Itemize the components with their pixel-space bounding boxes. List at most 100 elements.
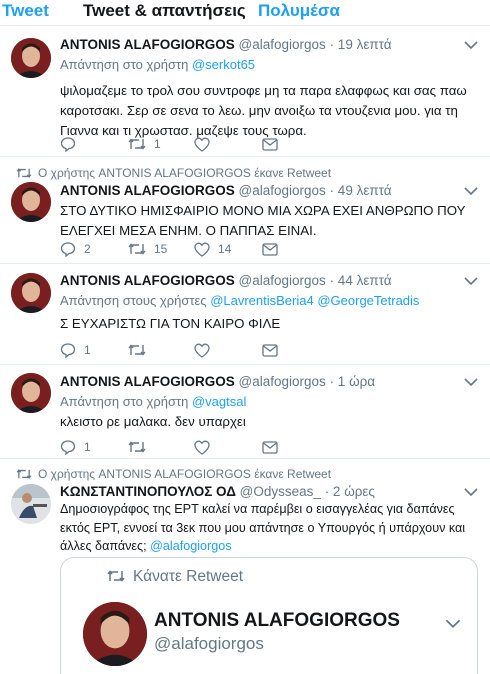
- retweet-count: 1: [154, 137, 161, 151]
- message-button[interactable]: [262, 438, 278, 456]
- author-name[interactable]: ANTONIS ALAFOGIORGOS: [60, 374, 235, 389]
- tweet-text: κλειστο ρε μαλακα. δεν υπαρχει: [60, 414, 246, 429]
- author-handle[interactable]: @alafogiorgos: [239, 183, 326, 198]
- retweet-button[interactable]: [128, 438, 154, 456]
- chevron-down-icon[interactable]: [464, 377, 478, 387]
- retweet-icon: [128, 138, 146, 150]
- retweet-note-text[interactable]: Ο χρήστης ANTONIS ALAFOGIORGOS έκανε Ret…: [38, 467, 331, 481]
- reply-context: Απάντηση στο χρήστη @serkot65: [60, 57, 256, 72]
- message-button[interactable]: [262, 135, 278, 153]
- quoted-tweet-card[interactable]: Κάνατε Retweet ANTONIS ALAFOGIORGOS @ala…: [60, 557, 478, 674]
- reply-context: Απάντηση στο χρήστη @vagtsal: [60, 394, 247, 409]
- reply-icon: [60, 242, 76, 257]
- text-mention[interactable]: @alafogiorgos: [150, 539, 231, 553]
- reply-icon: [60, 343, 76, 358]
- like-button[interactable]: [194, 341, 218, 359]
- tweet-header: ANTONIS ALAFOGIORGOS @alafogiorgos · 49 …: [60, 183, 392, 198]
- reply-icon: [60, 440, 76, 455]
- message-button[interactable]: [262, 240, 278, 258]
- avatar[interactable]: [11, 484, 51, 524]
- tweet[interactable]: ANTONIS ALAFOGIORGOS @alafogiorgos · 19 …: [0, 27, 490, 157]
- quote-author-name[interactable]: ANTONIS ALAFOGIORGOS: [154, 610, 400, 632]
- tweet-text: Σ ΕΥΧΑΡΙΣΤΩ ΓΙΑ ΤΟΝ ΚΑΙΡΟ ΦΙΛΕ: [60, 316, 281, 331]
- like-button[interactable]: [194, 135, 218, 153]
- chevron-down-icon[interactable]: [445, 618, 461, 629]
- timestamp[interactable]: · 44 λεπτά: [330, 273, 392, 288]
- retweet-icon: [128, 243, 146, 255]
- envelope-icon: [262, 440, 278, 454]
- tweet-text: ΣΤΟ ΔΥΤΙΚΟ ΗΜΙΣΦΑΙΡΙΟ ΜΟΝΟ ΜΙΑ ΧΩΡΑ ΕΧΕΙ…: [60, 203, 466, 238]
- tweet-header: ANTONIS ALAFOGIORGOS @alafogiorgos · 1 ώ…: [60, 374, 375, 389]
- retweet-button[interactable]: 15: [128, 240, 167, 258]
- tweet-actions: 1: [60, 341, 380, 359]
- reply-button[interactable]: 1: [60, 438, 91, 456]
- tweet[interactable]: ANTONIS ALAFOGIORGOS @alafogiorgos · 44 …: [0, 264, 490, 365]
- tweet-actions: 2 15 14: [60, 240, 380, 258]
- author-name[interactable]: ΚΩΝΣΤΑΝΤΙΝΟΠΟΥΛΟΣ ΟΔ: [60, 484, 236, 499]
- quote-author-handle[interactable]: @alafogiorgos: [154, 634, 264, 654]
- reply-mention[interactable]: @serkot65: [192, 57, 255, 72]
- retweet-icon: [16, 469, 32, 479]
- retweet-icon: [128, 441, 146, 453]
- reply-count: 2: [84, 242, 91, 256]
- chevron-down-icon[interactable]: [464, 276, 478, 286]
- author-name[interactable]: ANTONIS ALAFOGIORGOS: [60, 37, 235, 52]
- author-handle[interactable]: @Odysseas_: [240, 484, 321, 499]
- avatar[interactable]: [11, 373, 51, 413]
- retweet-note-text[interactable]: Ο χρήστης ANTONIS ALAFOGIORGOS έκανε Ret…: [38, 166, 331, 180]
- retweet-button[interactable]: 1: [128, 135, 161, 153]
- tweet-header: ΚΩΝΣΤΑΝΤΙΝΟΠΟΥΛΟΣ ΟΔ @Odysseas_ · 2 ώρες: [60, 484, 375, 499]
- retweet-context: Ο χρήστης ANTONIS ALAFOGIORGOS έκανε Ret…: [16, 166, 331, 180]
- timestamp[interactable]: · 1 ώρα: [330, 374, 376, 389]
- author-handle[interactable]: @alafogiorgos: [239, 273, 326, 288]
- retweet-button[interactable]: [128, 341, 154, 359]
- retweet-count: 15: [154, 242, 168, 256]
- like-count: 14: [218, 242, 232, 256]
- avatar[interactable]: [11, 273, 51, 313]
- tweet[interactable]: Ο χρήστης ANTONIS ALAFOGIORGOS έκανε Ret…: [0, 157, 490, 264]
- tab-tweets-and-replies[interactable]: Tweet & απαντήσεις: [83, 1, 246, 21]
- timestamp[interactable]: · 49 λεπτά: [330, 183, 392, 198]
- envelope-icon: [262, 137, 278, 151]
- author-name[interactable]: ANTONIS ALAFOGIORGOS: [60, 273, 235, 288]
- reply-button[interactable]: [60, 135, 84, 153]
- author-handle[interactable]: @alafogiorgos: [239, 374, 326, 389]
- profile-tabs: Tweet Tweet & απαντήσεις Πολυμέσα: [0, 0, 490, 26]
- tab-media[interactable]: Πολυμέσα: [258, 1, 340, 21]
- envelope-icon: [262, 242, 278, 256]
- message-button[interactable]: [262, 341, 278, 359]
- retweet-icon: [128, 344, 146, 356]
- chevron-down-icon[interactable]: [464, 186, 478, 196]
- tweet-text: ψιλομαζεμε το τρολ σου συντροφε μη τα πα…: [60, 83, 467, 138]
- tweet-actions: 1: [60, 135, 380, 153]
- quote-retweet-context: Κάνατε Retweet: [107, 568, 244, 586]
- envelope-icon: [262, 343, 278, 357]
- tab-tweets[interactable]: Tweet: [2, 1, 49, 21]
- retweet-icon: [107, 570, 125, 582]
- quote-avatar[interactable]: [83, 602, 147, 666]
- retweet-context: Ο χρήστης ANTONIS ALAFOGIORGOS έκανε Ret…: [16, 467, 331, 481]
- retweet-icon: [16, 168, 32, 178]
- chevron-down-icon[interactable]: [464, 487, 478, 497]
- avatar[interactable]: [11, 38, 51, 78]
- timestamp[interactable]: · 19 λεπτά: [330, 37, 392, 52]
- tweet-header: ANTONIS ALAFOGIORGOS @alafogiorgos · 19 …: [60, 37, 392, 52]
- chevron-down-icon[interactable]: [464, 40, 478, 50]
- tweet-header: ANTONIS ALAFOGIORGOS @alafogiorgos · 44 …: [60, 273, 392, 288]
- like-button[interactable]: [194, 438, 218, 456]
- reply-mention[interactable]: @GeorgeTetradis: [317, 293, 419, 308]
- author-handle[interactable]: @alafogiorgos: [239, 37, 326, 52]
- reply-mention[interactable]: @LavrentisBeria4: [210, 293, 314, 308]
- reply-button[interactable]: 1: [60, 341, 91, 359]
- reply-button[interactable]: 2: [60, 240, 91, 258]
- author-name[interactable]: ANTONIS ALAFOGIORGOS: [60, 183, 235, 198]
- reply-mention[interactable]: @vagtsal: [192, 394, 246, 409]
- avatar[interactable]: [11, 182, 51, 222]
- quote-retweet-label: Κάνατε Retweet: [133, 568, 244, 585]
- reply-count: 1: [84, 343, 91, 357]
- reply-count: 1: [84, 440, 91, 454]
- timestamp[interactable]: · 2 ώρες: [325, 484, 375, 499]
- tweet[interactable]: ANTONIS ALAFOGIORGOS @alafogiorgos · 1 ώ…: [0, 365, 490, 459]
- like-button[interactable]: 14: [194, 240, 231, 258]
- heart-icon: [194, 440, 210, 455]
